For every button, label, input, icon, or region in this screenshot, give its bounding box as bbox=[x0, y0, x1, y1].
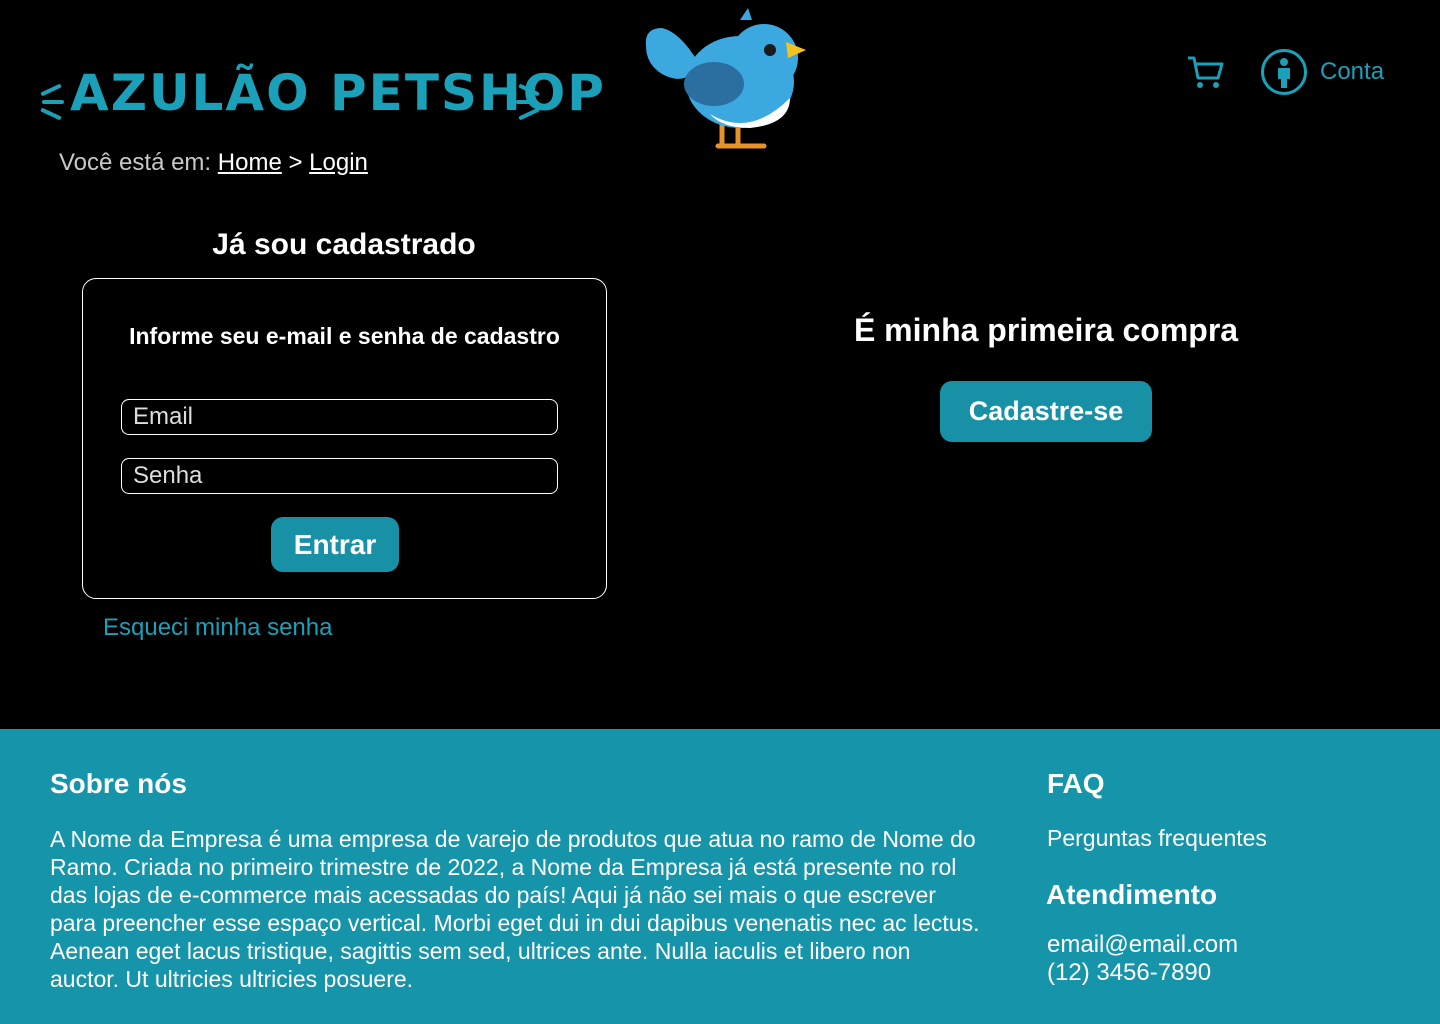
contact-phone: (12) 3456-7890 bbox=[1047, 959, 1212, 986]
footer-about-title: Sobre nós bbox=[50, 768, 187, 799]
login-subtitle: Informe seu e-mail e senha de cadastro bbox=[129, 323, 560, 349]
logo-dash-decoration bbox=[40, 107, 62, 121]
logo-dash-decoration bbox=[40, 83, 62, 97]
bird-mascot-icon bbox=[645, 8, 806, 149]
logo[interactable]: AZULÃO PETSHOP bbox=[38, 50, 604, 130]
account-link[interactable]: Conta bbox=[1260, 48, 1384, 96]
email-field[interactable] bbox=[121, 399, 558, 435]
breadcrumb-home-link[interactable]: Home bbox=[218, 149, 282, 176]
footer-about-text: A Nome da Empresa é uma empresa de varej… bbox=[50, 826, 980, 992]
breadcrumb-current-link[interactable]: Login bbox=[309, 149, 368, 176]
logo-dash-decoration bbox=[516, 100, 538, 104]
account-label: Conta bbox=[1320, 58, 1385, 85]
login-form-box: Informe seu e-mail e senha de cadastro E… bbox=[82, 278, 607, 599]
contact-email: email@email.com bbox=[1047, 931, 1239, 958]
login-title: Já sou cadastrado bbox=[212, 228, 476, 261]
footer: Sobre nós A Nome da Empresa é uma empres… bbox=[0, 729, 1440, 1024]
logo-dash-decoration bbox=[42, 100, 64, 104]
account-icon bbox=[1261, 49, 1307, 95]
footer-contact-title: Atendimento bbox=[1046, 879, 1218, 910]
breadcrumb: Você está em: Home > Login bbox=[59, 149, 368, 177]
register-button[interactable]: Cadastre-se bbox=[940, 381, 1152, 442]
faq-link[interactable]: Perguntas frequentes bbox=[1047, 825, 1267, 852]
password-field[interactable] bbox=[121, 458, 558, 494]
breadcrumb-prefix: Você está em: bbox=[59, 149, 212, 176]
footer-faq-title: FAQ bbox=[1047, 768, 1105, 799]
breadcrumb-separator: > bbox=[288, 149, 303, 176]
register-title: É minha primeira compra bbox=[853, 312, 1239, 348]
forgot-password-link[interactable]: Esqueci minha senha bbox=[103, 614, 332, 642]
cart-icon[interactable] bbox=[1186, 54, 1224, 90]
login-button[interactable]: Entrar bbox=[271, 517, 399, 572]
